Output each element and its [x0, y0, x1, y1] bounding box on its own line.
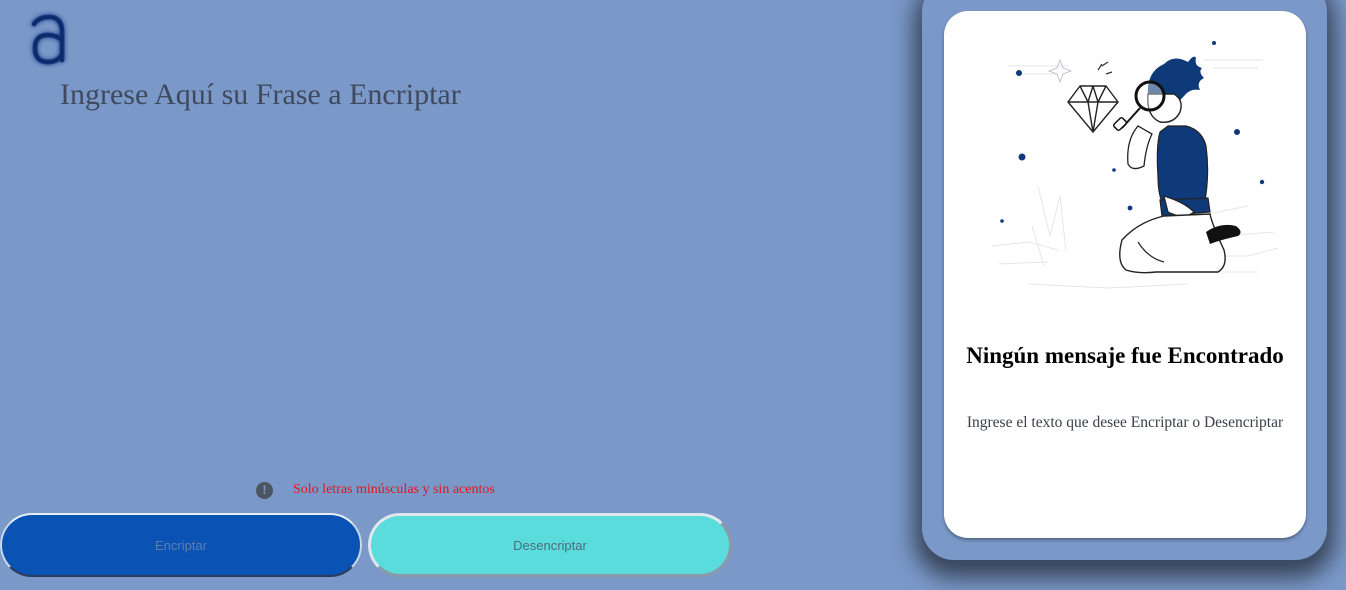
phrase-input[interactable] — [60, 78, 840, 458]
empty-state-title: Ningún mensaje fue Encontrado — [966, 343, 1284, 368]
input-hint: ! Solo letras minúsculas y sin acentos — [256, 480, 495, 500]
empty-state-message: Ingrese el texto que desee Encriptar o D… — [966, 414, 1284, 431]
logo-icon — [22, 10, 76, 72]
exclamation-circle-icon: ! — [256, 481, 273, 499]
decrypt-button[interactable]: Desencriptar — [368, 513, 732, 577]
hint-text: Solo letras minúsculas y sin acentos — [293, 482, 495, 497]
encrypt-button[interactable]: Encriptar — [0, 513, 362, 577]
person-with-magnifying-glass-illustration — [988, 36, 1280, 304]
